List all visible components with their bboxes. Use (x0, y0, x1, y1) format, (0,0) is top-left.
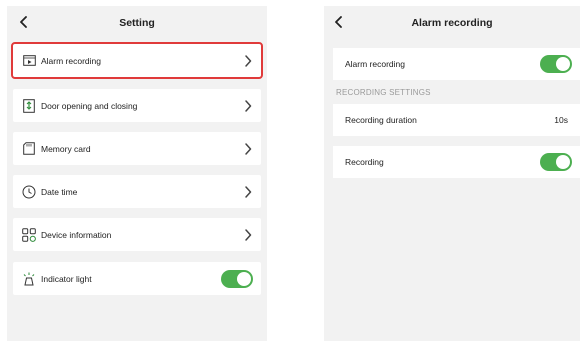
settings-header: Setting (7, 6, 267, 40)
toggle-knob (556, 155, 570, 169)
recording-duration-row[interactable]: Recording duration 10s (333, 104, 580, 136)
back-button[interactable] (330, 13, 348, 31)
settings-item-date-time[interactable]: Date time (13, 175, 261, 208)
chevron-right-icon (241, 142, 255, 156)
settings-screen: Setting Alarm recording Door opening and… (7, 6, 267, 341)
settings-item-label: Indicator light (41, 273, 92, 284)
recording-toggle[interactable] (540, 153, 572, 171)
chevron-right-icon (241, 228, 255, 242)
chevron-right-icon (241, 99, 255, 113)
settings-item-alarm-recording[interactable]: Alarm recording (11, 42, 263, 79)
alarm-recording-row: Alarm recording (333, 48, 580, 80)
indicator-light-toggle[interactable] (221, 269, 253, 288)
alarm-recording-screen: Alarm recording Alarm recording RECORDIN… (324, 6, 580, 341)
settings-item-memory-card[interactable]: Memory card (13, 132, 261, 165)
chevron-left-icon (335, 16, 342, 28)
video-file-icon (21, 53, 37, 69)
sd-card-icon (21, 141, 37, 157)
settings-item-label: Date time (41, 186, 78, 197)
settings-item-label: Door opening and closing (41, 100, 138, 111)
chevron-left-icon (20, 16, 27, 28)
chevron-right-icon (241, 54, 255, 68)
light-icon (21, 271, 37, 287)
page-title: Alarm recording (411, 17, 493, 29)
settings-item-door-opening[interactable]: Door opening and closing (13, 89, 261, 122)
toggle-knob (237, 271, 251, 286)
section-header: RECORDING SETTINGS (336, 88, 431, 97)
alarm-recording-toggle[interactable] (540, 55, 572, 73)
recording-duration-value: 10s (554, 115, 568, 125)
back-button[interactable] (15, 13, 33, 31)
settings-item-label: Device information (41, 229, 112, 240)
alarm-recording-header: Alarm recording (324, 6, 580, 40)
alarm-recording-label: Alarm recording (345, 59, 405, 69)
settings-item-device-information[interactable]: Device information (13, 218, 261, 251)
chevron-right-icon (241, 185, 255, 199)
door-icon (21, 98, 37, 114)
clock-icon (21, 184, 37, 200)
recording-duration-label: Recording duration (345, 115, 417, 125)
page: Setting Alarm recording Door opening and… (0, 0, 582, 347)
settings-item-indicator-light: Indicator light (13, 262, 261, 295)
grid-icon (21, 227, 37, 243)
settings-item-label: Alarm recording (41, 55, 101, 66)
page-title: Setting (119, 17, 155, 29)
recording-row: Recording (333, 146, 580, 178)
toggle-knob (556, 57, 570, 71)
recording-label: Recording (345, 157, 384, 167)
settings-item-label: Memory card (41, 143, 91, 154)
